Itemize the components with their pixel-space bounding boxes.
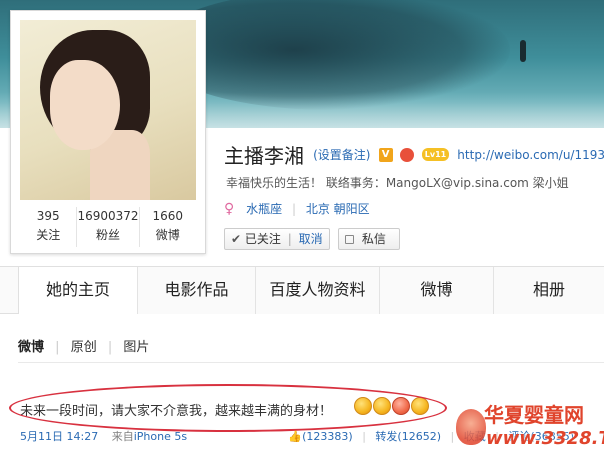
thumbs-up-icon: 👍 (288, 430, 303, 443)
post-source: 来自iPhone 5s (112, 430, 187, 443)
post-time[interactable]: 5月11日 14:27 (20, 430, 98, 443)
tab-weibo[interactable]: 微博 (380, 267, 494, 314)
set-remark-link[interactable]: (设置备注) (313, 148, 370, 162)
stat-posts-label: 微博 (155, 228, 180, 242)
profile-bio: 幸福快乐的生活！ 联络事务：MangoLX@vip.sina.com 梁小姐 (226, 176, 569, 190)
message-icon (345, 235, 354, 244)
like-button[interactable]: 👍(123383) (288, 430, 356, 443)
profile-name: 主播李湘 (224, 144, 304, 166)
unfollow-button[interactable]: 取消 (299, 232, 323, 246)
tab-baidu-profile[interactable]: 百度人物资料 (256, 267, 380, 314)
profile-tabs: 她的主页 电影作品 百度人物资料 微博 相册 (0, 266, 604, 314)
profile-url-link[interactable]: http://weibo.com/u/119347684 (457, 148, 604, 162)
avatar-face (50, 60, 120, 150)
tab-films[interactable]: 电影作品 (138, 267, 256, 314)
post-source-link[interactable]: iPhone 5s (134, 430, 187, 443)
message-button[interactable]: 私信 (338, 228, 400, 250)
profile-meta: ♀ 水瓶座 | 北京 朝阳区 (224, 200, 370, 217)
profile-header: 主播李湘 (设置备注) V Lv11 http://weibo.com/u/11… (224, 140, 604, 166)
filter-images[interactable]: 图片 (123, 340, 149, 355)
post-source-prefix: 来自 (111, 430, 134, 443)
action-divider: | (362, 430, 366, 443)
filter-weibo[interactable]: 微博 (18, 340, 44, 355)
filter-original[interactable]: 原创 (71, 340, 97, 355)
zodiac-link[interactable]: 水瓶座 (246, 202, 282, 216)
divider (18, 362, 604, 363)
repost-label: 转发 (375, 430, 398, 443)
female-icon: ♀ (224, 201, 235, 217)
filter-divider: | (107, 340, 113, 355)
repost-count: (12652) (397, 430, 441, 443)
avatar[interactable] (20, 20, 196, 200)
stat-posts-value: 1660 (152, 209, 184, 223)
followed-label: 已关注 (244, 232, 281, 246)
repost-button[interactable]: 转发(12652) (375, 430, 441, 443)
stat-posts[interactable]: 1660 微博 (140, 207, 196, 247)
watermark: 华夏婴童网 www.3328.TV (454, 403, 604, 461)
stat-followers-label: 粉丝 (96, 228, 121, 242)
tab-home[interactable]: 她的主页 (18, 267, 138, 314)
followed-button[interactable]: ✔ 已关注 | 取消 (224, 228, 330, 250)
level-badge-icon[interactable]: Lv11 (421, 148, 450, 161)
message-label: 私信 (361, 232, 386, 246)
stat-followers-value: 16900372 (77, 209, 139, 223)
cover-figure-shape (520, 40, 526, 62)
vip-badge-icon[interactable] (399, 147, 414, 162)
stat-following[interactable]: 395 关注 (20, 207, 78, 247)
profile-card: 395 关注 16900372 粉丝 1660 微博 (10, 10, 206, 254)
stat-followers[interactable]: 16900372 粉丝 (77, 207, 140, 247)
follow-divider: | (287, 232, 292, 246)
feed-filter: 微博 | 原创 | 图片 (18, 336, 149, 355)
watermark-logo-icon (456, 409, 486, 445)
meta-divider: | (291, 202, 296, 216)
tab-album[interactable]: 相册 (494, 267, 604, 314)
stat-following-label: 关注 (36, 228, 61, 242)
stat-following-value: 395 (36, 209, 60, 223)
profile-stats: 395 关注 16900372 粉丝 1660 微博 (20, 207, 196, 247)
location-link[interactable]: 北京 朝阳区 (306, 202, 370, 216)
verified-badge-icon[interactable]: V (378, 147, 393, 162)
annotation-circle (9, 384, 447, 432)
check-icon: ✔ (231, 232, 242, 246)
like-count: (123383) (302, 430, 353, 443)
filter-divider: | (55, 340, 60, 355)
